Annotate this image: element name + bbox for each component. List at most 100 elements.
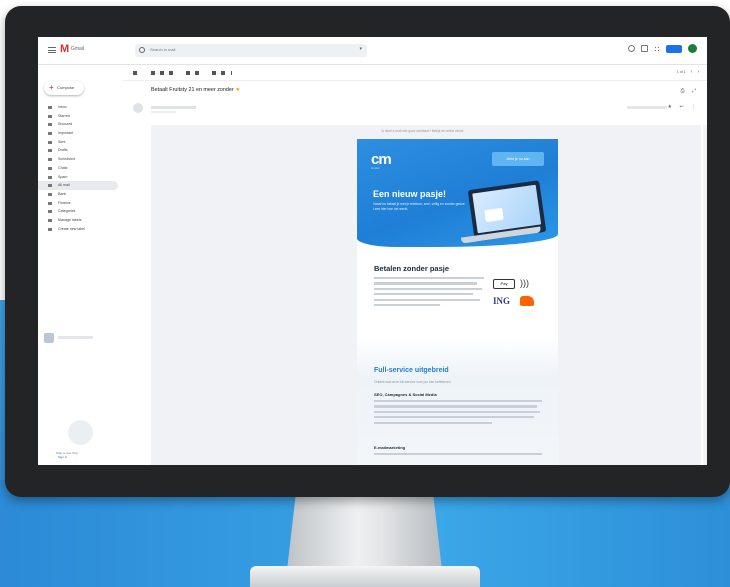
report-spam-icon[interactable] [160, 71, 164, 75]
sidebar-item-all-mail[interactable]: All mail [38, 181, 118, 190]
send-icon [48, 140, 52, 144]
help-icon[interactable] [628, 45, 635, 52]
sidebar-item-label: Spam [58, 174, 68, 179]
apple-pay-logo: Pay [493, 279, 515, 289]
sidebar-item-label: Scheduled [58, 157, 75, 162]
compose-button[interactable]: + Compose [44, 81, 84, 95]
screen: M Gmail ▾ + Compose Inbox [38, 37, 707, 465]
sidebar-item-manage-labels[interactable]: Manage labels [38, 216, 123, 225]
chat-contact-name [58, 336, 93, 339]
email-date [627, 106, 667, 109]
sidebar-item-drafts[interactable]: Drafts [38, 146, 123, 155]
label-icon [48, 192, 52, 196]
ing-lion-icon [520, 296, 534, 306]
inbox-icon [48, 106, 52, 109]
sidebar-item-label: Bank [58, 191, 67, 196]
gmail-sidebar: + Compose Inbox Starred Snoozed Importan… [38, 65, 123, 465]
sidebar-item-spam[interactable]: Spam [38, 173, 123, 182]
sidebar-item-inbox[interactable]: Inbox [38, 103, 123, 112]
subsection-text [374, 400, 542, 427]
more-options-icon[interactable] [231, 71, 232, 75]
message-action-icons[interactable]: ★ ↩ ⋮ [668, 104, 699, 110]
sidebar-item-label: Manage labels [58, 217, 82, 222]
sidebar-item-bank[interactable]: Bank [38, 190, 123, 199]
sidebar-item-categories[interactable]: Categories [38, 207, 123, 216]
cm-logo[interactable]: cm [371, 151, 392, 168]
sidebar-item-label: Create new label [58, 226, 85, 231]
mail-view: 1 of 1 ‹ › Betaalt Fruitsty 21 en meer z… [123, 65, 707, 465]
sidebar-item-chats[interactable]: Chats [38, 164, 123, 173]
text-line [374, 282, 478, 285]
sidebar-item-sent[interactable]: Sent [38, 138, 123, 147]
spam-icon [48, 175, 52, 179]
sidebar-item-label: Categories [58, 209, 76, 214]
search-options-caret[interactable]: ▾ [359, 46, 362, 52]
cm-logo-sub: cm.com [371, 167, 380, 170]
section-subtitle: Ontdek wat onze full-service voor jou ka… [374, 380, 451, 384]
text-line [374, 298, 480, 301]
sidebar-footer-link[interactable]: Sign in [58, 455, 67, 459]
hero-text: Vanaf nu betaal je met je telefoon; snel… [373, 202, 466, 211]
sidebar-item-scheduled[interactable]: Scheduled [38, 155, 123, 164]
ing-logo: ING [493, 296, 511, 306]
compose-plus-icon: + [49, 83, 54, 92]
sender-avatar [133, 103, 143, 113]
account-avatar[interactable] [688, 44, 697, 53]
gmail-logo-icon[interactable]: M [60, 43, 69, 55]
label-icon [48, 201, 52, 205]
sidebar-item-label: All mail [58, 183, 70, 188]
monitor-stand-base [250, 566, 480, 587]
contactless-icon: ))) [520, 278, 529, 288]
snooze-icon[interactable] [195, 71, 199, 75]
sidebar-item-label: Chats [58, 165, 68, 170]
archive-icon[interactable] [151, 71, 155, 75]
hero-title: Een nieuw pasje! [373, 189, 447, 199]
search-icon[interactable] [139, 47, 145, 53]
sender-name [151, 106, 196, 109]
apps-grid-icon[interactable] [654, 45, 660, 52]
hamburger-menu-icon[interactable] [48, 47, 56, 53]
delete-icon[interactable] [169, 71, 173, 75]
text-line [374, 416, 534, 419]
previous-page-icon[interactable]: ‹ [691, 69, 693, 75]
category-icon [48, 210, 52, 214]
back-arrow-icon[interactable] [133, 71, 137, 75]
chat-icon [48, 166, 52, 170]
text-line [374, 421, 492, 424]
star-icon [48, 114, 52, 118]
scrollbar[interactable] [703, 125, 707, 465]
email-preheader[interactable]: Is deze e-mail niet goed zichtbaar? Beki… [325, 129, 520, 133]
text-line [374, 287, 482, 290]
email-subject-text: Betaalt Fruitsty 21 en meer zonder [151, 87, 234, 93]
sidebar-item-label: Sent [58, 139, 66, 144]
sidebar-item-finance[interactable]: Finance [38, 199, 123, 208]
sidebar-item-important[interactable]: Important [38, 129, 123, 138]
hangouts-placeholder-icon [68, 420, 93, 445]
sidebar-item-starred[interactable]: Starred [38, 112, 123, 121]
labels-icon[interactable] [221, 71, 225, 75]
sidebar-item-label: Drafts [58, 148, 68, 153]
next-page-icon[interactable]: › [697, 69, 699, 75]
monitor-bezel: M Gmail ▾ + Compose Inbox [5, 6, 730, 497]
chat-contact-avatar[interactable] [44, 333, 54, 343]
sidebar-item-label: Finance [58, 200, 71, 205]
move-to-icon[interactable] [212, 71, 216, 75]
section-title-pay: Betalen zonder pasje [374, 264, 450, 273]
search-bar[interactable]: ▾ [135, 44, 367, 57]
importance-marker-icon[interactable]: ★ [235, 87, 240, 93]
print-expand-icons[interactable]: ⎙ ⤢ [681, 88, 699, 94]
gmail-wordmark: Gmail [71, 46, 85, 52]
search-input[interactable] [150, 47, 300, 52]
mark-unread-icon[interactable] [186, 71, 190, 75]
settings-icon[interactable] [641, 45, 648, 52]
monitor-stand-neck [287, 490, 442, 570]
sidebar-item-create-label[interactable]: Create new label [38, 225, 123, 234]
important-icon [48, 132, 52, 136]
organization-logo[interactable] [666, 44, 682, 53]
draft-icon [48, 149, 52, 153]
sidebar-item-snoozed[interactable]: Snoozed [38, 120, 123, 129]
top-right-icons [628, 44, 697, 53]
hero-cta-button[interactable]: Meld je nu aan [492, 152, 544, 166]
newsletter-hero: cm cm.com Meld je nu aan Een nieuw pasje… [357, 139, 558, 247]
section-title-full-service: Full-service uitgebreid [374, 367, 449, 374]
